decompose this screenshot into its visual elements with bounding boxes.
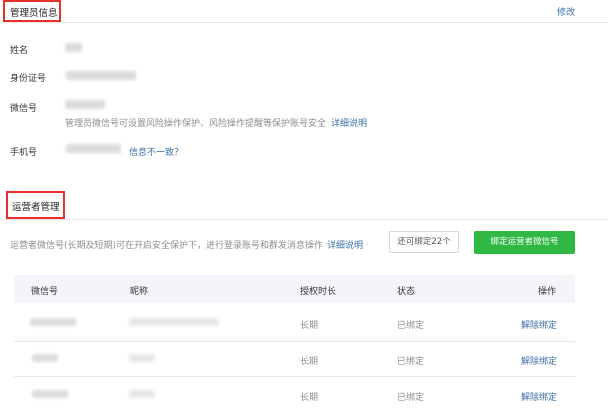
operators-section-title: 运营者管理: [12, 202, 60, 213]
unbind-link[interactable]: 解除绑定: [521, 354, 557, 367]
row-divider: [14, 341, 575, 342]
edit-admin-link[interactable]: 修改: [557, 5, 575, 18]
row-status: 已绑定: [397, 393, 425, 403]
col-header-action: 操作: [538, 287, 557, 297]
bind-operator-button[interactable]: 绑定运营者微信号: [474, 231, 575, 254]
row-status: 已绑定: [397, 321, 425, 331]
row-duration: 长期: [300, 393, 319, 403]
unbind-link[interactable]: 解除绑定: [521, 318, 557, 331]
phone-value-redacted: [66, 144, 121, 153]
col-header-nickname: 昵称: [130, 287, 149, 297]
col-header-status: 状态: [397, 287, 416, 297]
admin-header-divider: [0, 22, 608, 23]
admin-section-title: 管理员信息: [10, 8, 58, 19]
row-divider: [14, 376, 575, 377]
wechat-hint-text: 管理员微信号可设置风险操作保护、风险操作提醒等保护账号安全: [65, 119, 327, 129]
wechat-details-link[interactable]: 详细说明: [331, 116, 367, 129]
phone-label: 手机号: [10, 148, 38, 158]
row-duration: 长期: [300, 321, 319, 331]
remaining-bind-count-button[interactable]: 还可绑定22个: [389, 231, 459, 253]
name-value-redacted: [65, 43, 82, 52]
info-inconsistent-link[interactable]: 信息不一致？: [129, 145, 183, 158]
name-label: 姓名: [10, 46, 29, 56]
col-header-duration: 授权时长: [300, 287, 337, 297]
operators-table-header: 微信号 昵称 授权时长 状态 操作: [14, 275, 575, 303]
row-nickname-redacted: [129, 354, 155, 362]
row-status: 已绑定: [397, 357, 425, 367]
row-wechat-redacted: [32, 390, 68, 398]
row-wechat-redacted: [32, 354, 58, 362]
id-number-value-redacted: [66, 71, 136, 80]
row-nickname-redacted: [129, 318, 219, 326]
row-nickname-redacted: [129, 390, 155, 398]
operators-description: 运营者微信号(长期及短期)可在开启安全保护下，进行登录账号和群发消息操作: [10, 241, 324, 251]
operators-details-link[interactable]: 详细说明: [327, 238, 363, 251]
wechat-label: 微信号: [10, 104, 38, 114]
unbind-link[interactable]: 解除绑定: [521, 390, 557, 403]
row-wechat-redacted: [30, 318, 76, 326]
wechat-value-redacted: [65, 100, 105, 109]
operators-header-divider: [0, 219, 608, 220]
row-duration: 长期: [300, 357, 319, 367]
id-number-label: 身份证号: [10, 74, 47, 84]
col-header-wechat: 微信号: [31, 287, 59, 297]
